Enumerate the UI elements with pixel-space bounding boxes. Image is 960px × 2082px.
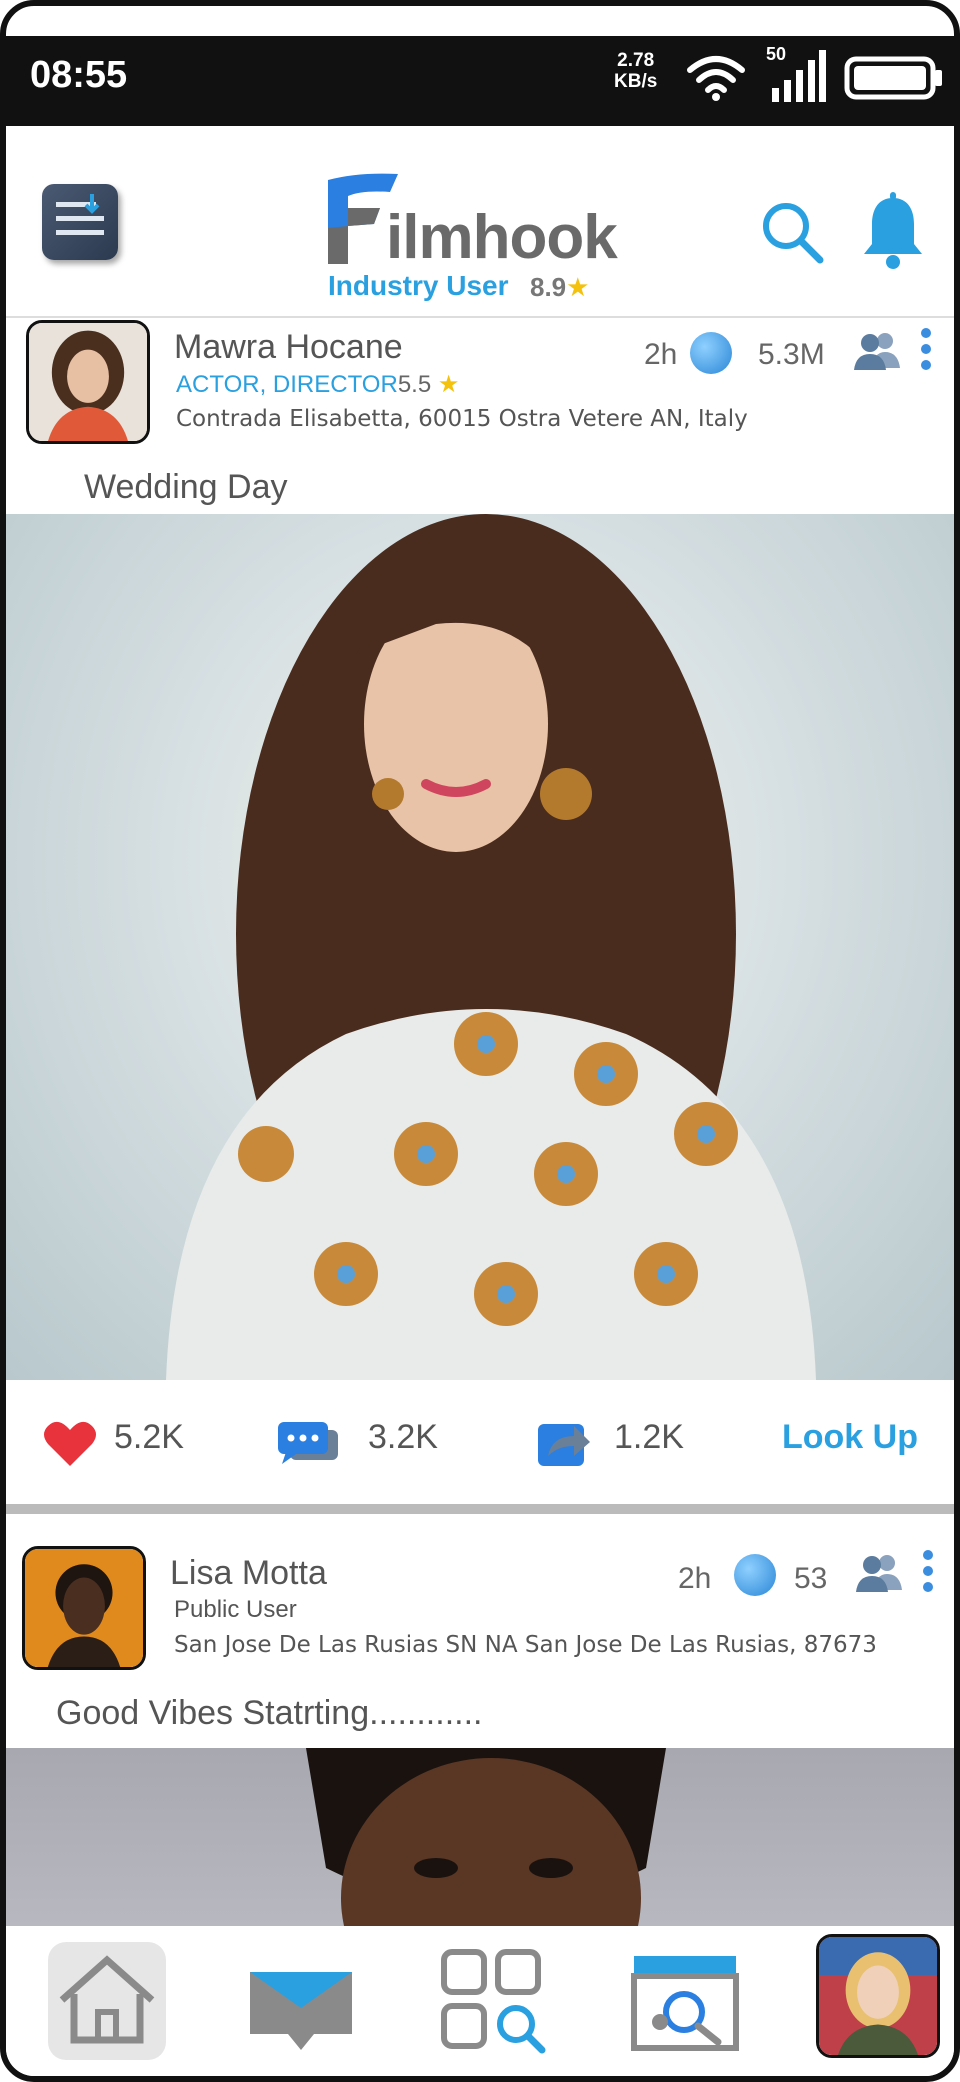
post-caption: Wedding Day xyxy=(84,468,288,506)
network-speed: 2.78 KB/s xyxy=(614,50,657,92)
portrait-image xyxy=(166,514,816,1380)
search-icon[interactable] xyxy=(758,198,828,268)
nav-explore[interactable] xyxy=(434,1942,552,2060)
film-search-icon xyxy=(631,1956,739,2051)
star-icon: ★ xyxy=(437,371,460,398)
speed-value: 2.78 xyxy=(617,50,655,71)
nav-film-search[interactable] xyxy=(626,1942,744,2060)
view-count: 5.3M xyxy=(758,338,825,371)
status-time: 08:55 xyxy=(30,54,128,96)
role-score: 5.5 xyxy=(397,371,432,398)
profile-avatar xyxy=(819,1937,937,2055)
view-count: 53 xyxy=(794,1562,828,1595)
globe-icon xyxy=(690,332,732,374)
home-icon xyxy=(59,1955,155,2044)
author-role-text: ACTOR, DIRECTOR xyxy=(176,371,398,398)
nav-profile[interactable] xyxy=(816,1934,940,2058)
nav-messages[interactable] xyxy=(242,1942,360,2060)
menu-button[interactable] xyxy=(42,184,118,260)
app-header: ilmhook Industry User 8.9★ xyxy=(6,126,954,318)
speed-unit: KB/s xyxy=(614,71,658,92)
nav-home[interactable] xyxy=(48,1942,166,2060)
author-avatar[interactable] xyxy=(22,1546,146,1670)
logo-text: ilmhook xyxy=(386,203,618,272)
battery-icon xyxy=(844,56,942,100)
author-role: ACTOR, DIRECTOR5.5 ★ xyxy=(176,370,459,399)
author-address: Contrada Elisabetta, 60015 Ostra Vetere … xyxy=(176,406,748,432)
post-time: 2h xyxy=(678,1562,712,1595)
phone-frame: 08:55 2.78 KB/s 50 ilmhook Industry User… xyxy=(0,0,960,2082)
signal-icon xyxy=(772,50,826,102)
post-photo[interactable] xyxy=(6,514,954,1380)
people-icon[interactable] xyxy=(852,330,902,370)
share-count: 1.2K xyxy=(614,1418,684,1456)
status-bar: 08:55 2.78 KB/s 50 xyxy=(6,36,954,126)
explore-icon xyxy=(441,1949,546,2054)
avatar-image xyxy=(29,323,147,441)
user-rating-value: 8.9 xyxy=(530,272,567,302)
post-photo[interactable] xyxy=(6,1748,954,1928)
messages-icon xyxy=(250,1972,352,2050)
portrait-image xyxy=(306,1748,666,1928)
more-options-icon[interactable] xyxy=(920,1550,936,1598)
author-address: San Jose De Las Rusias SN NA San Jose De… xyxy=(174,1632,877,1658)
more-options-icon[interactable] xyxy=(918,328,934,376)
star-icon: ★ xyxy=(566,272,590,302)
like-count: 5.2K xyxy=(114,1418,184,1456)
comment-icon[interactable] xyxy=(276,1418,340,1468)
comment-count: 3.2K xyxy=(368,1418,438,1456)
post-time: 2h xyxy=(644,338,678,371)
heart-icon[interactable] xyxy=(42,1418,98,1468)
menu-download-icon xyxy=(56,194,104,235)
user-type-label: Industry User xyxy=(328,270,509,301)
post-actions: 5.2K 3.2K 1.2K Look Up xyxy=(6,1382,954,1502)
post-divider xyxy=(6,1504,954,1514)
people-icon[interactable] xyxy=(854,1552,904,1592)
avatar-image xyxy=(25,1549,143,1667)
globe-icon xyxy=(734,1554,776,1596)
user-rating: 8.9★ xyxy=(530,272,589,303)
bottom-navigation xyxy=(6,1926,954,2076)
look-up-button[interactable]: Look Up xyxy=(782,1418,918,1457)
author-name[interactable]: Mawra Hocane xyxy=(174,328,403,367)
wifi-icon xyxy=(687,56,745,101)
share-icon[interactable] xyxy=(536,1418,592,1468)
author-role: Public User xyxy=(174,1596,297,1623)
author-avatar[interactable] xyxy=(26,320,150,444)
author-name[interactable]: Lisa Motta xyxy=(170,1554,327,1593)
bell-icon[interactable] xyxy=(858,192,928,272)
post-caption: Good Vibes Statrting............ xyxy=(56,1694,483,1732)
